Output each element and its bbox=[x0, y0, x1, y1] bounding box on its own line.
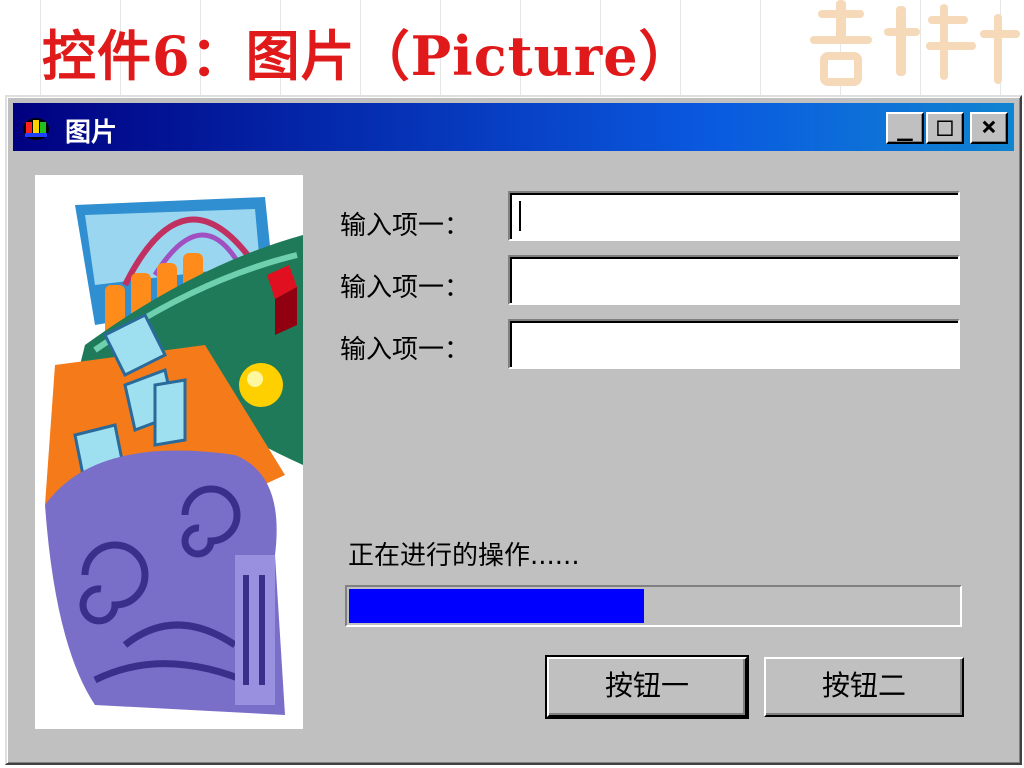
auspicious-calligraphy-decoration bbox=[810, 0, 1020, 86]
button-one[interactable]: 按钮一 bbox=[545, 655, 749, 719]
minimize-button[interactable]: _ bbox=[886, 112, 924, 144]
field-label-2: 输入项一： bbox=[340, 273, 471, 303]
progress-bar bbox=[345, 585, 962, 627]
operation-status-label: 正在进行的操作...... bbox=[348, 541, 580, 571]
input-field-3[interactable] bbox=[508, 319, 960, 369]
app-icon bbox=[23, 118, 49, 140]
button-two[interactable]: 按钮二 bbox=[764, 657, 964, 717]
close-button[interactable]: × bbox=[970, 112, 1008, 144]
slide-title: 控件6：图片（Picture） bbox=[42, 24, 694, 88]
field-label-1: 输入项一： bbox=[340, 211, 471, 241]
field-label-3: 输入项一： bbox=[340, 335, 471, 365]
text-caret bbox=[519, 201, 521, 231]
progress-bar-fill bbox=[349, 589, 644, 623]
title-bar[interactable]: 图片 _ □ × bbox=[13, 103, 1014, 151]
input-field-1[interactable] bbox=[508, 191, 960, 241]
picture-window: 图片 _ □ × 输入项一： 输入项一： 输入项一： 正在进行的操作......… bbox=[5, 95, 1022, 765]
window-title: 图片 bbox=[65, 118, 118, 148]
picture-control[interactable] bbox=[35, 175, 303, 729]
input-field-2[interactable] bbox=[508, 255, 960, 305]
maximize-button[interactable]: □ bbox=[926, 112, 964, 144]
